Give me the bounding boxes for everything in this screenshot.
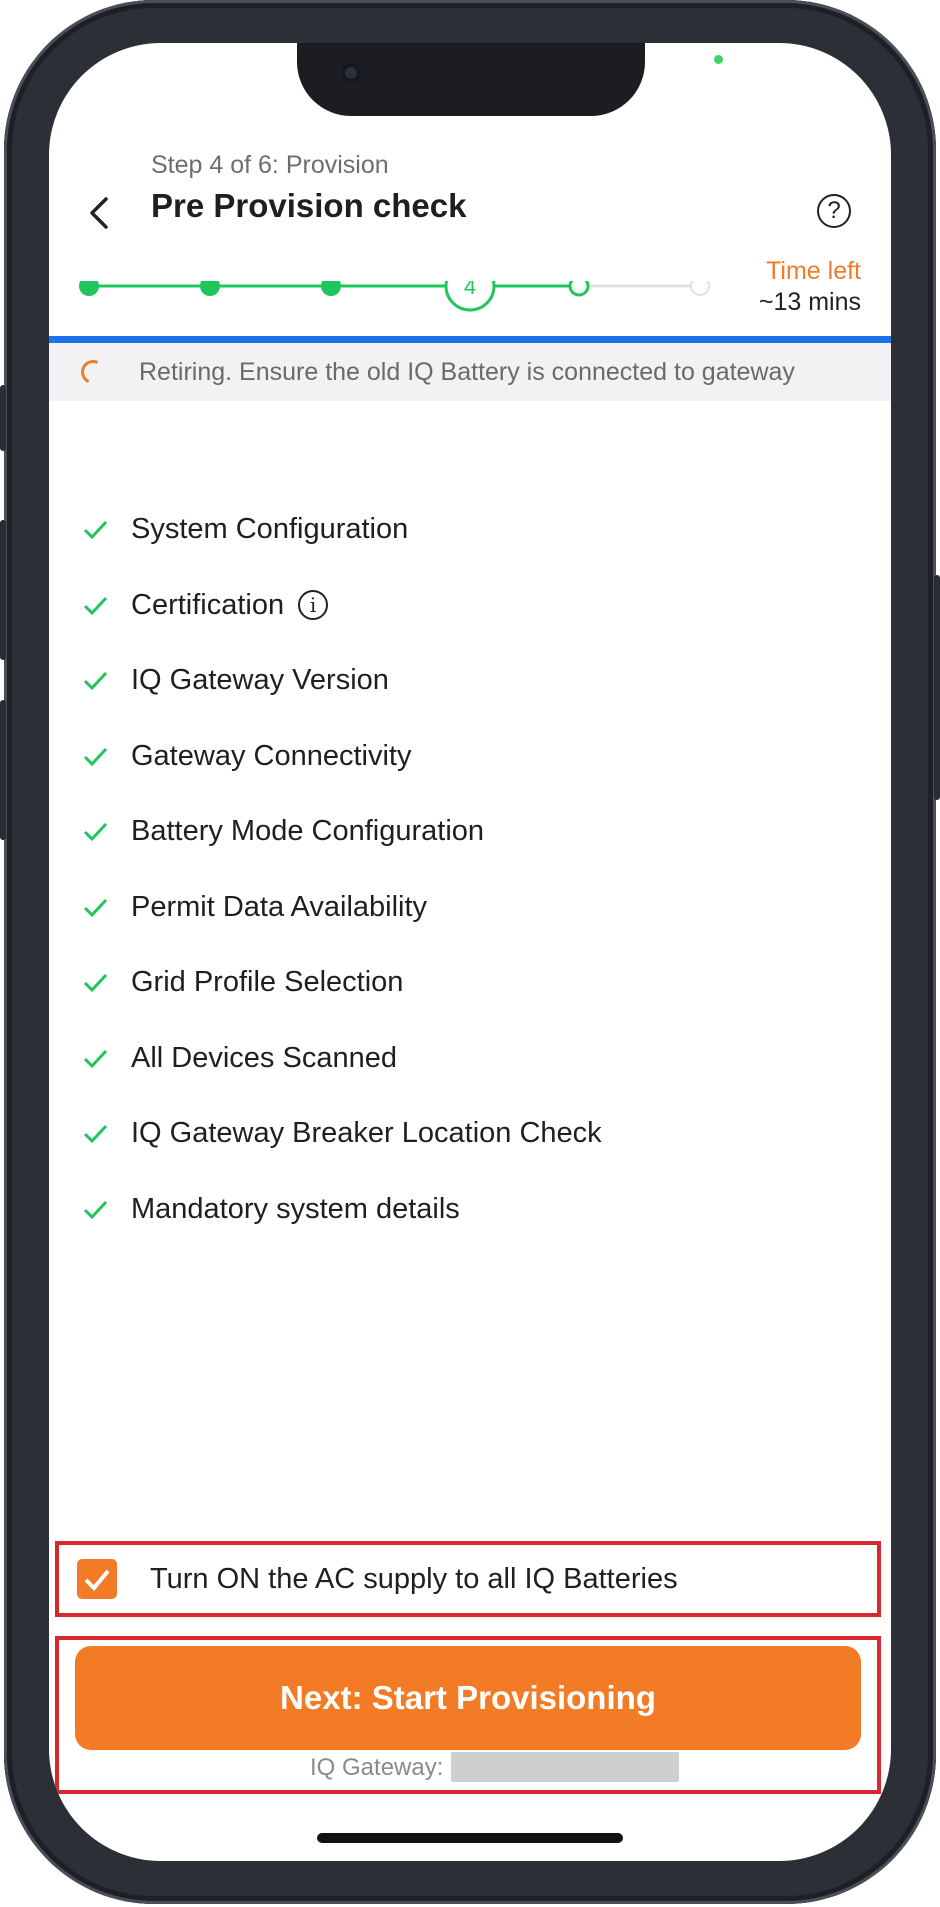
list-item-label: System Configuration (131, 513, 409, 545)
list-item: Permit Data Availability (49, 891, 891, 967)
checkmark-icon (83, 898, 108, 917)
list-item: IQ Gateway Breaker Location Check (49, 1117, 891, 1193)
list-item: IQ Gateway Version (49, 664, 891, 740)
list-item-label: Mandatory system details (131, 1192, 460, 1225)
list-item-label: IQ Gateway Version (131, 664, 389, 696)
privacy-indicator-dot (714, 55, 723, 64)
step-5-dot (568, 281, 590, 297)
notch (297, 43, 645, 116)
side-button-mute (0, 385, 6, 451)
step-1-dot (79, 281, 99, 296)
chevron-left-icon (90, 197, 108, 229)
loading-spinner-icon (77, 356, 109, 388)
ac-supply-checkbox[interactable] (77, 1559, 117, 1599)
checkmark-icon (83, 596, 108, 615)
banner-text: Retiring. Ensure the old IQ Battery is c… (139, 358, 795, 386)
checkmark-icon (83, 973, 108, 993)
back-button[interactable] (79, 191, 119, 235)
list-item: System Configuration (49, 513, 891, 589)
list-item-label: IQ Gateway Breaker Location Check (131, 1117, 602, 1149)
step-4-number: 4 (464, 281, 476, 299)
progress-bar (49, 336, 891, 343)
checkmark-icon (83, 671, 108, 691)
page-title: Pre Provision check (151, 187, 467, 224)
precheck-list: System Configuration Certification i IQ G… (49, 513, 891, 1268)
front-camera (341, 63, 361, 83)
list-item-label-row: Certification i (131, 588, 329, 622)
list-item-label: Grid Profile Selection (131, 966, 404, 998)
list-item: Battery Mode Configuration (49, 815, 891, 891)
time-left-label: Time left (766, 257, 861, 285)
home-indicator[interactable] (317, 1833, 623, 1843)
checkbox-check-icon (84, 1569, 110, 1591)
time-left-value: ~13 mins (758, 288, 861, 316)
list-item: Gateway Connectivity (49, 740, 891, 816)
app-screen: Step 4 of 6: Provision Pre Provision che… (49, 43, 891, 1861)
info-icon[interactable]: i (298, 589, 329, 620)
checkmark-icon (83, 1124, 108, 1144)
step-2-dot (200, 281, 220, 296)
list-item: Mandatory system details (49, 1193, 891, 1269)
list-item: Grid Profile Selection (49, 966, 891, 1042)
step-6-dot (690, 281, 710, 296)
checkmark-icon (83, 520, 108, 540)
list-item-label: Permit Data Availability (131, 890, 428, 923)
gateway-label: IQ Gateway: (310, 1754, 444, 1781)
checkmark-icon (83, 747, 108, 766)
ac-supply-row[interactable]: Turn ON the AC supply to all IQ Batterie… (59, 1545, 877, 1613)
ac-supply-label: Turn ON the AC supply to all IQ Batterie… (150, 1563, 678, 1595)
side-button-volume-up (0, 520, 6, 660)
checkmark-icon (83, 1200, 108, 1219)
step-3-dot (321, 281, 341, 296)
list-item: Certification i (49, 589, 891, 665)
list-item-label: All Devices Scanned (131, 1041, 397, 1074)
gateway-serial-redacted (451, 1752, 679, 1782)
list-item-label: Certification (131, 588, 285, 621)
help-icon[interactable]: ? (817, 194, 851, 228)
step-label: Step 4 of 6: Provision (151, 151, 389, 179)
next-start-provisioning-button[interactable]: Next: Start Provisioning (75, 1646, 861, 1750)
list-item-label: Gateway Connectivity (131, 739, 412, 772)
checkmark-icon (83, 1049, 108, 1068)
side-button-volume-down (0, 700, 6, 840)
list-item: All Devices Scanned (49, 1042, 891, 1118)
list-item-label: Battery Mode Configuration (131, 815, 485, 847)
checkmark-icon (83, 822, 108, 842)
side-button-power (934, 575, 940, 800)
status-banner: Retiring. Ensure the old IQ Battery is c… (49, 343, 891, 401)
